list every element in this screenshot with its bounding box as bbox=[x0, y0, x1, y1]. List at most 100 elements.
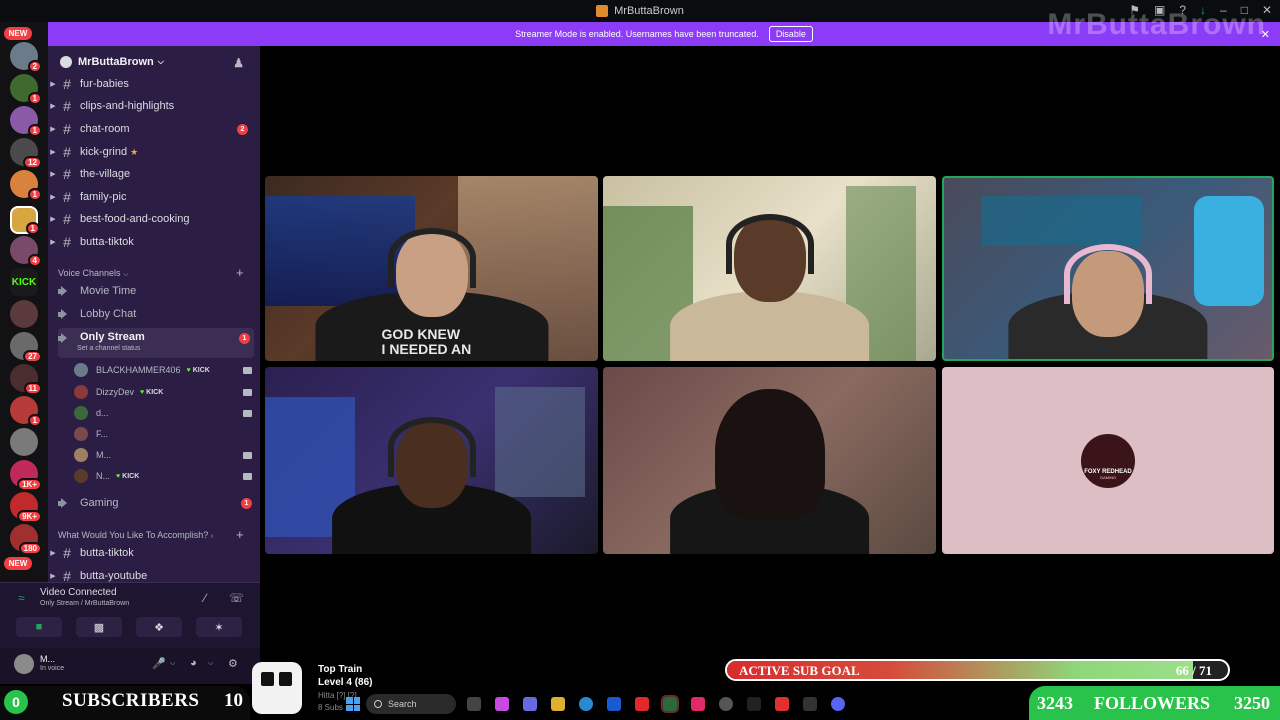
voice-user[interactable]: d... bbox=[74, 403, 252, 423]
app-icon[interactable] bbox=[775, 697, 789, 711]
server-icon[interactable]: 1 bbox=[10, 106, 42, 137]
channel-the-village[interactable]: ▶ # the-village bbox=[48, 163, 260, 185]
voice-status[interactable]: Video Connected bbox=[40, 587, 117, 598]
shirt-text: GOD KNEW I NEEDED AN bbox=[381, 326, 472, 357]
voice-user[interactable]: BLACKHAMMER406 KICK bbox=[74, 360, 252, 380]
call-of-duty-icon[interactable] bbox=[747, 697, 761, 711]
server-icon[interactable]: 1 bbox=[10, 170, 42, 201]
server-icon[interactable]: 27 bbox=[10, 332, 42, 363]
train-level: Level 4 (86) bbox=[318, 677, 373, 688]
voice-channel-gaming[interactable]: Gaming 1 bbox=[58, 492, 254, 514]
subscribers-label: SUBSCRIBERS bbox=[62, 690, 200, 711]
copilot-icon[interactable] bbox=[495, 697, 509, 711]
disable-streamer-mode-button[interactable]: Disable bbox=[768, 26, 813, 42]
server-icon-active[interactable]: 1 bbox=[10, 206, 40, 235]
unread-badge: 1 bbox=[27, 188, 42, 201]
channel-kick-grind[interactable]: ▶ # kick-grind ★ bbox=[48, 141, 260, 163]
voice-user[interactable]: N... KICK bbox=[74, 466, 252, 486]
microphone-icon[interactable]: 🎤 bbox=[152, 657, 166, 670]
obs-icon[interactable] bbox=[719, 697, 733, 711]
server-badge-icon bbox=[60, 56, 72, 68]
channel-family-pic[interactable]: ▶ # family-pic bbox=[48, 186, 260, 208]
edge-icon[interactable] bbox=[579, 697, 593, 711]
voice-channel-lobby-chat[interactable]: Lobby Chat bbox=[58, 303, 254, 325]
video-tile-6[interactable]: FOXY REDHEAD GAMING bbox=[942, 367, 1274, 554]
server-icon[interactable]: 1 bbox=[10, 74, 42, 105]
youtube-icon[interactable] bbox=[635, 697, 649, 711]
category-accomplish[interactable]: What Would You Like To Accomplish? › + bbox=[58, 527, 244, 542]
file-explorer-icon[interactable] bbox=[551, 697, 565, 711]
add-channel-icon[interactable]: + bbox=[236, 527, 244, 542]
server-icon[interactable]: 9K+ bbox=[10, 492, 42, 523]
channel-butta-youtube[interactable]: ▶ # butta-youtube bbox=[48, 565, 260, 582]
collapse-arrow-icon: ▶ bbox=[50, 149, 56, 156]
soundboard-button[interactable]: ✶ bbox=[196, 617, 242, 637]
server-icon[interactable]: 1K+ bbox=[10, 460, 42, 491]
task-view-icon[interactable] bbox=[467, 697, 481, 711]
server-icon[interactable]: 11 bbox=[10, 364, 42, 395]
video-tile-2[interactable] bbox=[603, 176, 936, 361]
voice-user[interactable]: DizzyDev KICK bbox=[74, 382, 252, 402]
camera-button[interactable]: ■ bbox=[16, 617, 62, 637]
channel-status[interactable]: Set a channel status bbox=[77, 345, 140, 352]
voice-user[interactable]: F... bbox=[74, 424, 252, 444]
channel-clips-and-highlights[interactable]: ▶ # clips-and-highlights bbox=[48, 95, 260, 117]
invite-people-icon[interactable]: ♟ bbox=[233, 56, 244, 70]
train-icon bbox=[252, 662, 302, 714]
screen-share-button[interactable]: ▩ bbox=[76, 617, 122, 637]
store-icon[interactable] bbox=[607, 697, 621, 711]
noise-suppression-icon[interactable]: ∕ bbox=[204, 591, 206, 605]
chevron-down-icon[interactable]: ⌵ bbox=[208, 660, 213, 668]
tiktok-icon[interactable] bbox=[691, 697, 705, 711]
headphones-icon[interactable]: ◕ bbox=[190, 657, 197, 669]
video-tile-3[interactable] bbox=[942, 176, 1274, 361]
mention-badge: 1 bbox=[241, 497, 252, 509]
server-icon[interactable] bbox=[10, 300, 38, 328]
channel-butta-tiktok[interactable]: ▶ # butta-tiktok bbox=[48, 231, 260, 253]
avatar bbox=[74, 385, 88, 399]
video-tile-1[interactable]: GOD KNEW I NEEDED AN bbox=[265, 176, 598, 361]
chevron-down-icon[interactable]: ⌵ bbox=[170, 660, 175, 668]
channel-chat-room[interactable]: ▶ # chat-room 2 bbox=[48, 118, 260, 140]
avatar bbox=[74, 469, 88, 483]
server-icon[interactable]: 12 bbox=[10, 138, 42, 169]
camera-icon bbox=[243, 472, 252, 480]
voice-user[interactable]: M... bbox=[74, 445, 252, 465]
voice-channel-only-stream[interactable]: Only Stream Set a channel status 1 bbox=[58, 328, 254, 358]
server-icon[interactable] bbox=[10, 428, 38, 456]
server-icon[interactable]: 180 bbox=[10, 524, 42, 555]
settings-gear-icon[interactable]: ⚙ bbox=[228, 657, 238, 670]
voice-user-name: M... bbox=[96, 450, 111, 460]
start-icon[interactable] bbox=[346, 697, 360, 711]
add-channel-icon[interactable]: + bbox=[236, 265, 244, 280]
channel-butta-tiktok-2[interactable]: ▶ # butta-tiktok bbox=[48, 542, 260, 564]
video-tile-4[interactable] bbox=[265, 367, 598, 554]
hash-icon: # bbox=[63, 234, 71, 250]
camera-icon bbox=[243, 451, 252, 459]
avatar[interactable] bbox=[14, 654, 34, 674]
disconnect-icon[interactable]: ☏ bbox=[229, 591, 244, 605]
kick-server-icon[interactable]: KICK bbox=[10, 268, 38, 296]
capcut-icon[interactable] bbox=[803, 697, 817, 711]
server-icon[interactable]: 2 bbox=[10, 42, 42, 73]
voice-channel-movie-time[interactable]: Movie Time bbox=[58, 280, 254, 302]
signal-icon[interactable]: ≈ bbox=[18, 591, 25, 605]
teams-icon[interactable] bbox=[523, 697, 537, 711]
pc-case bbox=[495, 387, 585, 497]
server-icon[interactable]: 1 bbox=[10, 396, 42, 427]
discord-icon[interactable] bbox=[831, 697, 845, 711]
channel-best-food-and-cooking[interactable]: ▶ # best-food-and-cooking bbox=[48, 208, 260, 230]
unread-badge: 27 bbox=[23, 350, 42, 363]
activities-button[interactable]: ❖ bbox=[136, 617, 182, 637]
server-icon[interactable]: 4 bbox=[10, 236, 42, 267]
banner-text: Streamer Mode is enabled. Usernames have… bbox=[515, 29, 759, 39]
taskbar-search[interactable]: Search bbox=[366, 694, 456, 714]
video-tile-5[interactable] bbox=[603, 367, 936, 554]
category-voice-channels[interactable]: Voice Channels ⌵ + bbox=[58, 265, 244, 280]
user-name[interactable]: M... bbox=[40, 654, 55, 664]
unread-badge: 1 bbox=[27, 92, 42, 105]
channel-fur-babies[interactable]: ▶ # fur-babies bbox=[48, 73, 260, 95]
terminal-icon[interactable] bbox=[661, 695, 679, 713]
unread-badge: 9K+ bbox=[17, 510, 42, 523]
voice-channel-path[interactable]: Only Stream / MrButtaBrown bbox=[40, 600, 129, 607]
